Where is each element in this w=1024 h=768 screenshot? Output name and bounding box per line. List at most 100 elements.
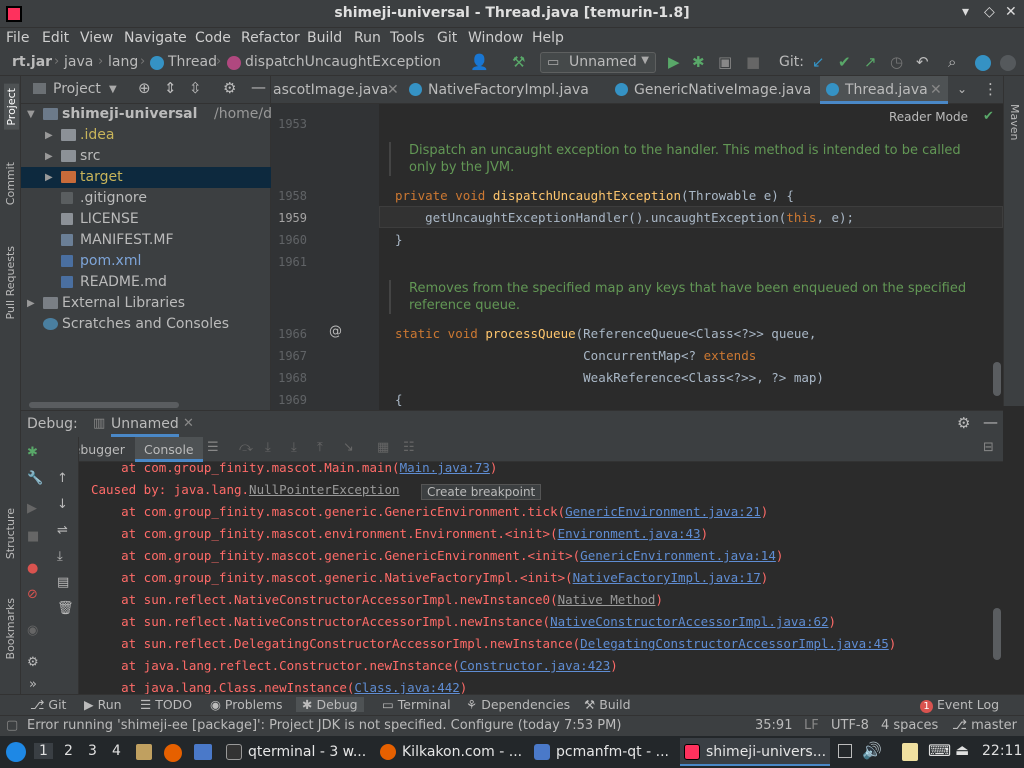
override-at-icon[interactable]: @ [329,324,342,339]
force-step-into-icon[interactable]: ⤓ [291,440,297,455]
minimize-icon[interactable]: ▾ [962,4,969,20]
hide-icon[interactable]: — [251,78,266,96]
code-editor[interactable]: 1953 1958 1959 1960 1961 1966 1967 1968 … [271,104,1003,410]
gear-icon[interactable]: ⚙ [223,79,236,97]
tool-commit[interactable]: Commit [4,162,17,205]
line-separator[interactable]: LF [804,718,819,733]
update-icon[interactable] [975,55,991,71]
horizontal-scrollbar[interactable] [29,402,179,408]
menu-code[interactable]: Code [195,30,231,46]
wrench-icon[interactable]: 🔧 [27,471,43,486]
rollback-icon[interactable]: ↶ [916,53,929,71]
firefox-icon[interactable] [164,744,182,762]
indent-setting[interactable]: 4 spaces [881,718,938,733]
debug-bug-icon[interactable]: ✱ [692,53,705,71]
maximize-icon[interactable]: ◇ [984,4,995,20]
stack-trace-link[interactable]: Constructor.java:423 [460,658,611,673]
git-branch[interactable]: ⎇ master [952,718,1017,733]
gear-icon[interactable]: ⚙ [957,414,970,432]
tree-item-manifest[interactable]: MANIFEST.MF [21,230,271,251]
run-to-cursor-icon[interactable]: ↘ [343,440,354,455]
tool-maven[interactable]: Maven [1008,104,1021,140]
coverage-icon[interactable]: ▣ [718,53,732,71]
event-log-button[interactable]: 1 Event Log [920,697,999,713]
menu-help[interactable]: Help [532,30,564,46]
tree-root[interactable]: ▼ shimeji-universal /home/dartz [21,104,299,125]
workspace-3[interactable]: 3 [88,743,97,759]
layout-icon[interactable]: ⊟ [983,440,994,455]
status-message[interactable]: Error running 'shimeji-ee [package]': Pr… [27,718,621,733]
tree-item-idea[interactable]: ▶ .idea [21,125,271,146]
ide-logo-icon[interactable] [1000,55,1016,71]
tree-item-target[interactable]: ▶ target [21,167,271,188]
menu-navigate[interactable]: Navigate [124,30,187,46]
menu-edit[interactable]: Edit [42,30,69,46]
search-icon[interactable]: ⌕ [948,53,956,71]
stack-trace-link[interactable]: Environment.java:43 [558,526,701,541]
breadcrumb-method[interactable]: dispatchUncaughtException [245,54,441,70]
stop-icon[interactable]: ■ [27,529,39,544]
locate-icon[interactable]: ⊕ [138,79,151,97]
stack-trace-link[interactable]: Main.java:73 [400,462,490,475]
camera-icon[interactable]: ◉ [27,623,38,638]
menu-run[interactable]: Run [354,30,381,46]
stack-trace-link[interactable]: DelegatingConstructorAccessorImpl.java:4… [580,636,889,651]
tool-terminal[interactable]: ▭ Terminal [382,697,451,712]
hide-icon[interactable]: — [983,413,998,431]
tool-git[interactable]: ⎇ Git [30,697,66,712]
stack-trace-link[interactable]: NativeConstructorAccessorImpl.java:62 [550,614,828,629]
project-view-select[interactable]: Project [53,81,101,97]
stop-icon[interactable]: ■ [746,53,760,71]
breadcrumb-java[interactable]: java [64,54,93,70]
tool-dependencies[interactable]: ⚘ Dependencies [466,697,570,712]
menu-refactor[interactable]: Refactor [241,30,300,46]
stack-trace-link[interactable]: GenericEnvironment.java:21 [565,504,761,519]
tool-bookmarks[interactable]: Bookmarks [4,598,17,659]
desktop-icon[interactable] [194,744,212,760]
menu-lines-icon[interactable]: ☰ [207,440,219,455]
editor-scrollbar[interactable] [993,362,1001,396]
breadcrumb-jar[interactable]: rt.jar [12,54,52,70]
clipboard-icon[interactable] [902,743,918,761]
task-firefox[interactable]: Kilkakon.com - ... [376,738,522,766]
tree-item-external-libraries[interactable]: ▶ External Libraries [21,293,271,314]
menu-view[interactable]: View [80,30,113,46]
tree-item-readme[interactable]: README.md [21,272,271,293]
collapse-all-icon[interactable]: ⇳ [189,79,202,97]
workspace-1[interactable]: 1 [34,743,53,759]
task-qterminal[interactable]: qterminal - 3 w... [222,738,368,766]
workspace-4[interactable]: 4 [112,743,121,759]
run-icon[interactable]: ▶ [668,53,680,71]
expand-icon[interactable]: » [29,677,37,692]
run-config-select[interactable]: ▭ Unnamed ▼ [540,52,656,73]
breadcrumb-lang[interactable]: lang [108,54,138,70]
breadcrumb-class[interactable]: Thread [168,54,217,70]
workspace-2[interactable]: 2 [64,743,73,759]
file-manager-icon[interactable] [136,744,152,760]
print-icon[interactable]: ▤ [57,575,69,590]
start-menu-icon[interactable] [6,742,26,762]
debug-session-tab[interactable]: Unnamed [111,416,179,437]
tool-structure[interactable]: Structure [4,508,17,559]
mute-breakpoints-icon[interactable]: ⊘ [27,587,38,602]
scroll-down-icon[interactable]: ↓ [57,497,68,512]
volume-icon[interactable]: 🔊 [862,741,882,760]
cursor-position[interactable]: 35:91 [755,718,792,733]
inspection-ok-icon[interactable]: ✔ [983,109,994,124]
console-scrollbar[interactable] [993,608,1001,660]
tabs-dropdown-icon[interactable]: ⌄ [957,82,967,96]
tool-problems[interactable]: ◉ Problems [210,697,283,712]
tab-native-factory-impl[interactable]: NativeFactoryImpl.java [403,76,609,104]
tool-todo[interactable]: ☰ TODO [140,697,192,712]
tree-item-pom[interactable]: pom.xml [21,251,271,272]
step-into-icon[interactable]: ⤓ [265,440,271,455]
tree-item-gitignore[interactable]: .gitignore [21,188,271,209]
tab-thread-java[interactable]: Thread.java ✕ [820,76,948,104]
tool-project[interactable]: Project [4,84,19,130]
file-encoding[interactable]: UTF-8 [831,718,869,733]
breakpoints-icon[interactable]: ● [27,561,38,576]
keyboard-icon[interactable]: ⌨ [928,741,951,760]
tool-build[interactable]: ⚒ Build [584,697,631,712]
task-intellij[interactable]: shimeji-univers... [680,738,830,766]
task-pcmanfm[interactable]: pcmanfm-qt - ... [530,738,676,766]
